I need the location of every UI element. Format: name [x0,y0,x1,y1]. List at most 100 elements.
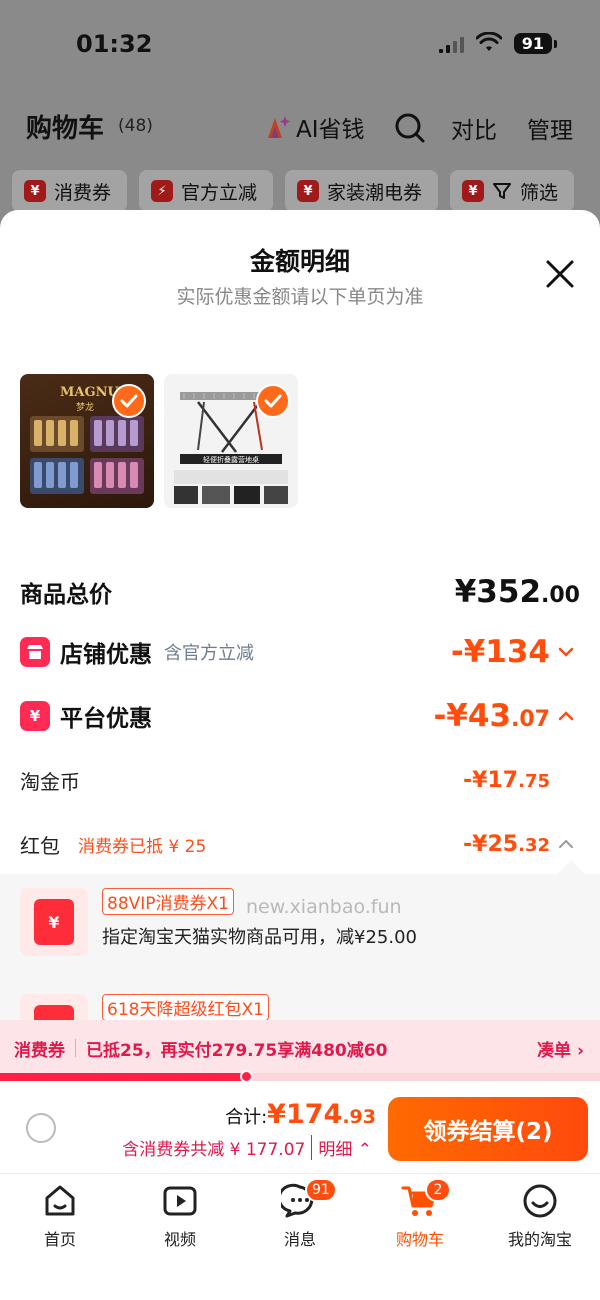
shop-icon [20,637,50,667]
filter-icon [493,183,512,199]
amount-detail-sheet: 金额明细 实际优惠金额请以下单页为准 MAGNUM 梦龙 轻便折叠露营地桌 商品… [0,210,600,1020]
checkout-bar: 合计: ¥174.93 含消费券共减 ¥ 177.07 明细 ⌃ 领券结算(2) [0,1081,600,1173]
cart-icon-wrap: 2 [401,1178,451,1220]
select-all-radio[interactable] [26,1113,56,1143]
background-page: 01:32 91 购物车 (48) AI省钱 对比 管理 ¥ 消费券 ⚡ 官方立… [0,0,600,230]
checkout-button[interactable]: 领券结算(2) [388,1097,588,1161]
tab-label: 视频 [163,1230,196,1249]
coupon-icon: ¥ [24,180,46,202]
redpacket-label: 红包 [20,833,60,858]
filter-chip-label: 筛选 [520,181,559,204]
coupon-tag: 618天降超级红包X1 [102,994,269,1020]
sheet-subtitle: 实际优惠金额请以下单页为准 [176,286,424,308]
status-bar: 01:32 91 [0,0,600,90]
battery-icon: 91 [513,32,558,54]
promo-text: 已抵25，再实付279.75享满480减60 [86,1040,388,1061]
promo-tag: 消费券 [14,1040,65,1061]
home-icon [45,1185,75,1216]
total-price-label: 商品总价 [20,582,112,608]
coupon-icon: ¥ [462,180,485,202]
cart-title: 购物车 [26,114,105,144]
tab-profile[interactable]: 我的淘宝 [480,1182,600,1250]
taojinbi-row: 淘金币 -¥17.75 [20,760,580,800]
filter-chip-label: 消费券 [54,181,112,204]
chevron-up-icon [558,711,574,721]
coupon-description: 指定淘宝天猫实物商品可用，减¥25.00 [102,927,417,948]
coupon-icon: ¥ [297,180,320,202]
profile-icon [523,1184,557,1218]
shop-discount-label: 店铺优惠 [60,642,152,668]
shop-discount-value: -¥134 [450,634,550,670]
status-icons: 91 [438,32,558,54]
redpacket-row[interactable]: 红包 消费券已抵 ¥ 25 -¥25.32 [20,824,580,864]
wifi-icon [475,32,502,51]
filter-chip-label: 官方立减 [181,181,258,204]
product-thumb-table[interactable]: 轻便折叠露营地桌 [164,374,298,508]
platform-discount-row[interactable]: ¥ 平台优惠 -¥43.07 [20,696,580,736]
status-time: 01:32 [76,30,153,58]
search-icon[interactable] [394,112,426,144]
filter-chip-home[interactable]: ¥ 家装潮电券 [285,170,439,212]
coupon-promo-bar[interactable]: 消费券 已抵25，再实付279.75享满480减60 凑单 › [0,1020,600,1076]
tab-messages[interactable]: 91 消息 [240,1178,360,1250]
watermark: new.xianbao.fun [246,896,402,918]
svg-text:梦龙: 梦龙 [76,401,94,413]
taojinbi-value: -¥17.75 [463,767,550,793]
total-price-row: 商品总价 ¥352.00 [20,572,580,612]
chevron-up-icon [559,839,573,848]
total-price-value: ¥352.00 [454,574,580,610]
video-icon [163,1186,197,1216]
selected-check-icon[interactable] [256,384,290,418]
tab-cart[interactable]: 2 购物车 [360,1178,480,1250]
message-badge: 91 [305,1178,337,1202]
savings-text: 含消费券共减 ¥ 177.07 [122,1140,306,1160]
filter-chip-coupon[interactable]: ¥ 消费券 [12,170,128,212]
signal-icon [438,33,464,53]
chevron-down-icon [558,647,574,657]
cart-badge: 2 [425,1178,451,1202]
cart-count: (48) [118,116,153,136]
total-line: 合计: ¥174.93 [225,1099,376,1130]
tab-video[interactable]: 视频 [120,1182,240,1250]
tab-label: 购物车 [395,1230,444,1249]
tab-label: 首页 [43,1230,76,1249]
flash-icon: ⚡ [151,180,174,202]
red-envelope-icon: ¥ [20,994,88,1020]
promo-divider [75,1039,76,1057]
tab-home[interactable]: 首页 [0,1182,120,1250]
taojinbi-label: 淘金币 [20,769,80,794]
ai-save-button[interactable]: AI省钱 [262,110,365,144]
compare-button[interactable]: 对比 [451,111,497,145]
product-thumb-magnum[interactable]: MAGNUM 梦龙 [20,374,154,508]
savings-line: 含消费券共减 ¥ 177.07 明细 ⌃ [122,1135,372,1160]
manage-button[interactable]: 管理 [527,111,573,145]
coupon-item[interactable]: ¥ 618天降超级红包X1 [20,994,269,1020]
redpacket-coupon-list: ¥ 88VIP消费券X1 指定淘宝天猫实物商品可用，减¥25.00 new.xi… [0,874,600,1020]
filter-chips: ¥ 消费券 ⚡ 官方立减 ¥ 家装潮电券 ¥ 筛选 [12,170,575,212]
tab-label: 消息 [283,1230,316,1249]
redpacket-value: -¥25.32 [463,831,550,857]
shop-discount-row[interactable]: 店铺优惠 含官方立减 -¥134 [20,632,580,672]
message-icon-wrap: 91 [277,1178,337,1220]
filter-chip-filter[interactable]: ¥ 筛选 [450,170,575,212]
close-icon[interactable] [544,258,576,290]
shop-discount-hint: 含官方立减 [164,643,254,664]
bottom-tab-bar: 首页 视频 91 消息 2 购物车 我的淘宝 [0,1173,600,1300]
ai-sparkle-icon [268,116,291,138]
platform-coupon-icon: ¥ [20,701,50,731]
detail-toggle[interactable]: 明细 ⌃ [311,1135,372,1160]
filter-chip-official[interactable]: ⚡ 官方立减 [139,170,274,212]
platform-discount-label: 平台优惠 [60,706,152,732]
tab-label: 我的淘宝 [507,1230,572,1249]
coupon-tag: 88VIP消费券X1 [102,888,234,915]
total-value: ¥174.93 [267,1099,376,1130]
add-items-link[interactable]: 凑单 › [537,1036,584,1061]
platform-discount-value: -¥43.07 [433,698,550,734]
redpacket-hint: 消费券已抵 ¥ 25 [78,836,207,857]
total-label: 合计: [225,1107,268,1128]
cart-header: 购物车 (48) AI省钱 对比 管理 [0,100,600,154]
red-envelope-icon: ¥ [20,888,88,956]
selected-check-icon[interactable] [112,384,146,418]
ai-save-label: AI省钱 [296,117,365,143]
promo-progress-bar [0,1070,600,1083]
